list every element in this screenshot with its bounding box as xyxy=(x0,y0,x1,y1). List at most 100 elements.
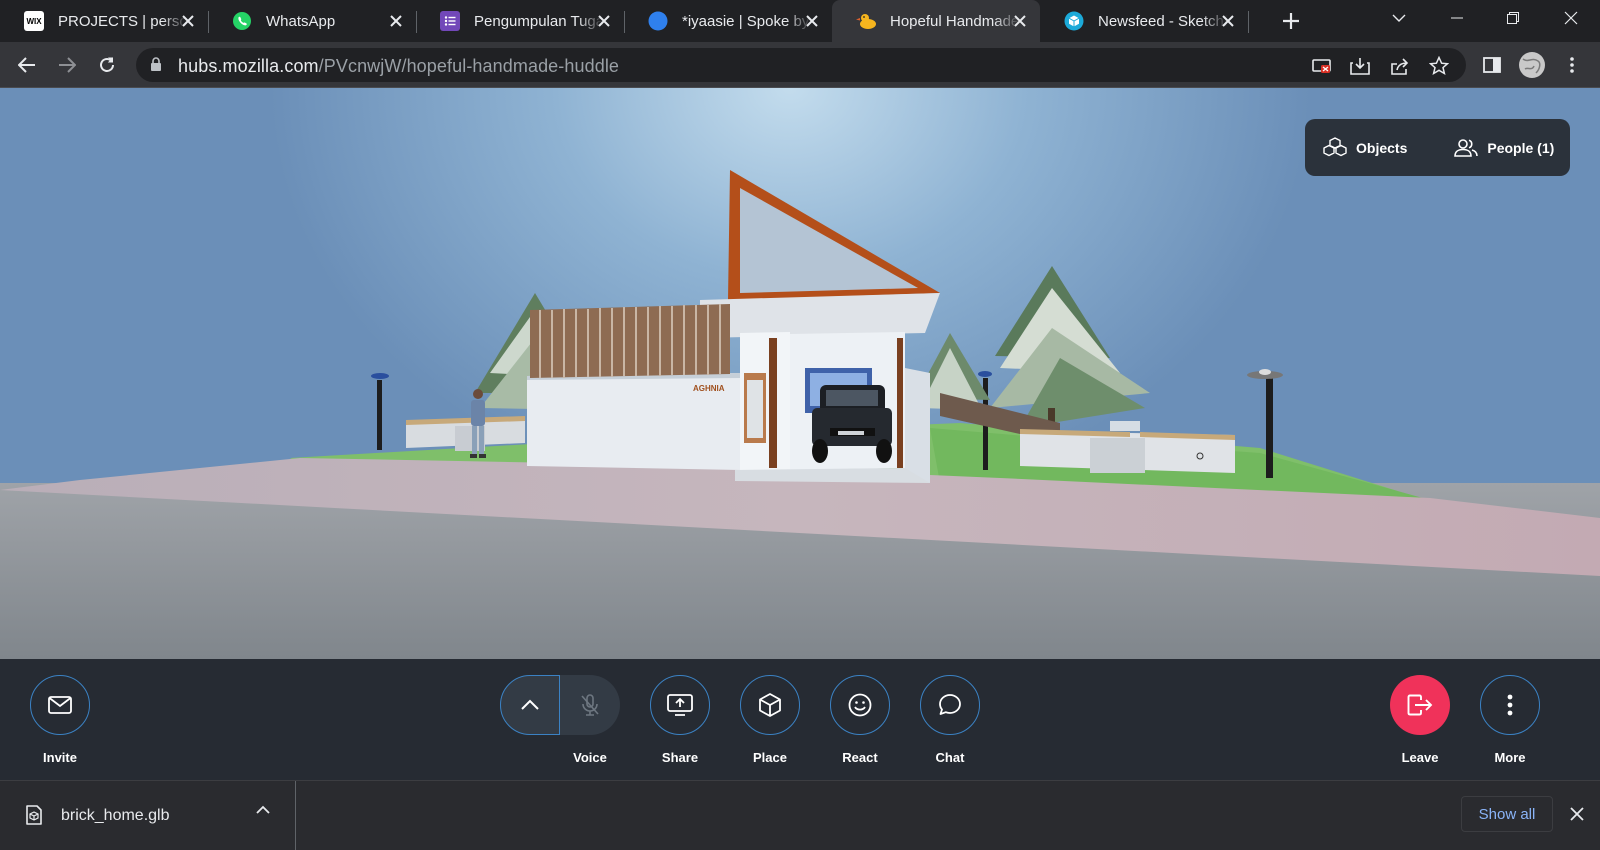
invite-button[interactable]: Invite xyxy=(30,675,90,765)
chevron-up-icon[interactable] xyxy=(256,805,270,814)
back-button[interactable] xyxy=(11,49,43,81)
close-icon[interactable] xyxy=(1218,11,1238,31)
close-icon[interactable] xyxy=(1010,11,1030,31)
close-icon[interactable] xyxy=(386,11,406,31)
bookmark-star-icon[interactable] xyxy=(1427,54,1451,78)
install-app-icon[interactable] xyxy=(1348,54,1372,78)
address-bar[interactable]: hubs.mozilla.com/PVcnwjW/hopeful-handmad… xyxy=(136,48,1466,82)
download-item[interactable]: brick_home.glb xyxy=(0,781,296,850)
close-icon[interactable] xyxy=(594,11,614,31)
hubs-duck-icon xyxy=(856,11,876,31)
chat-label: Chat xyxy=(935,750,965,765)
tab-projects[interactable]: WIX PROJECTS | personal xyxy=(0,0,209,42)
tab-title: Hopeful Handmade Huddle xyxy=(890,12,1020,30)
close-icon[interactable] xyxy=(802,11,822,31)
kebab-menu-icon xyxy=(1570,57,1574,73)
wix-icon: WIX xyxy=(24,11,44,31)
minimize-button[interactable] xyxy=(1434,0,1480,36)
url-text: hubs.mozilla.com/PVcnwjW/hopeful-handmad… xyxy=(178,56,620,76)
chevron-up-icon xyxy=(521,699,539,710)
tab-title: Newsfeed - Sketchfab xyxy=(1098,12,1228,30)
close-download-shelf-button[interactable] xyxy=(1566,803,1588,825)
screen-share-icon xyxy=(667,694,693,716)
download-filename: brick_home.glb xyxy=(61,807,170,824)
camera-blocked-icon[interactable] xyxy=(1310,54,1334,78)
exit-icon xyxy=(1407,694,1433,716)
objects-label: Objects xyxy=(1356,139,1408,156)
tab-hubs-active[interactable]: Hopeful Handmade Huddle xyxy=(832,0,1040,42)
house-sign: AGHNIA xyxy=(693,384,725,393)
arrow-right-icon xyxy=(59,57,76,73)
tab-forms[interactable]: Pengumpulan Tugas xyxy=(416,0,625,42)
file-3d-icon xyxy=(26,805,42,825)
close-icon xyxy=(1570,807,1584,821)
people-button[interactable]: People (1) xyxy=(1454,119,1554,176)
pine-tree-right xyxy=(990,266,1150,428)
share-label: Share xyxy=(661,750,699,765)
react-label: React xyxy=(842,750,878,765)
house-model: AGHNIA xyxy=(527,170,940,483)
objects-people-panel: Objects People (1) xyxy=(1305,119,1570,176)
close-window-button[interactable] xyxy=(1548,0,1594,36)
side-panel-icon xyxy=(1483,57,1501,73)
browser-toolbar: hubs.mozilla.com/PVcnwjW/hopeful-handmad… xyxy=(0,42,1600,88)
more-button[interactable]: More xyxy=(1480,675,1540,765)
envelope-icon xyxy=(48,696,72,714)
google-forms-icon xyxy=(440,11,460,31)
spoke-icon xyxy=(648,11,668,31)
hubs-3d-viewport[interactable]: AGHNIA Objects People (1) xyxy=(0,88,1600,659)
more-label: More xyxy=(1494,750,1526,765)
tab-whatsapp[interactable]: WhatsApp xyxy=(208,0,417,42)
close-icon[interactable] xyxy=(178,11,198,31)
tab-title: *iyaasie | Spoke by Mozilla xyxy=(682,12,812,30)
cube-icon xyxy=(759,693,781,717)
objects-button[interactable]: Objects xyxy=(1323,119,1407,176)
invite-label: Invite xyxy=(43,750,77,765)
tab-title: PROJECTS | personal xyxy=(58,12,188,30)
whatsapp-icon xyxy=(232,11,252,31)
cubes-icon xyxy=(1323,136,1347,156)
lock-icon xyxy=(151,57,161,71)
share-button[interactable]: Share xyxy=(650,675,710,765)
mute-mic-button[interactable] xyxy=(560,675,620,735)
voice-label: Voice xyxy=(573,750,607,765)
leave-label: Leave xyxy=(1401,750,1439,765)
people-icon xyxy=(1454,138,1479,157)
people-label: People (1) xyxy=(1487,139,1555,156)
react-button[interactable]: React xyxy=(830,675,890,765)
profile-avatar[interactable] xyxy=(1516,49,1548,81)
plus-icon xyxy=(1283,13,1299,29)
leave-button[interactable]: Leave xyxy=(1390,675,1450,765)
voice-options-button[interactable] xyxy=(500,675,560,735)
tab-search-button[interactable] xyxy=(1376,0,1422,36)
restore-icon xyxy=(1507,12,1519,24)
arrow-left-icon xyxy=(18,57,35,73)
tab-sketchfab[interactable]: Newsfeed - Sketchfab xyxy=(1040,0,1249,42)
show-all-downloads-button[interactable]: Show all xyxy=(1461,796,1553,832)
browser-tab-strip: WIX PROJECTS | personal WhatsApp Pengump… xyxy=(0,0,1600,42)
forward-button[interactable] xyxy=(51,49,83,81)
new-tab-button[interactable] xyxy=(1278,8,1304,34)
reload-button[interactable] xyxy=(91,49,123,81)
tab-separator xyxy=(1248,11,1249,33)
share-icon[interactable] xyxy=(1388,54,1412,78)
tab-spoke[interactable]: *iyaasie | Spoke by Mozilla xyxy=(624,0,832,42)
mic-off-icon xyxy=(581,694,599,716)
tab-title: WhatsApp xyxy=(266,12,336,30)
chrome-menu-button[interactable] xyxy=(1556,49,1588,81)
restore-button[interactable] xyxy=(1490,0,1536,36)
side-panel-button[interactable] xyxy=(1476,49,1508,81)
minimize-icon xyxy=(1451,17,1463,19)
place-label: Place xyxy=(753,750,787,765)
chat-bubble-icon xyxy=(939,694,961,715)
place-button[interactable]: Place xyxy=(740,675,800,765)
chat-button[interactable]: Chat xyxy=(920,675,980,765)
tab-title: Pengumpulan Tugas xyxy=(474,12,604,30)
smiley-icon xyxy=(848,693,872,717)
sketchfab-icon xyxy=(1064,11,1084,31)
download-shelf: brick_home.glb Show all xyxy=(0,780,1600,850)
voice-control-group xyxy=(500,675,620,735)
close-icon xyxy=(1564,11,1578,25)
chevron-down-icon xyxy=(1392,14,1406,22)
reload-icon xyxy=(100,57,114,72)
